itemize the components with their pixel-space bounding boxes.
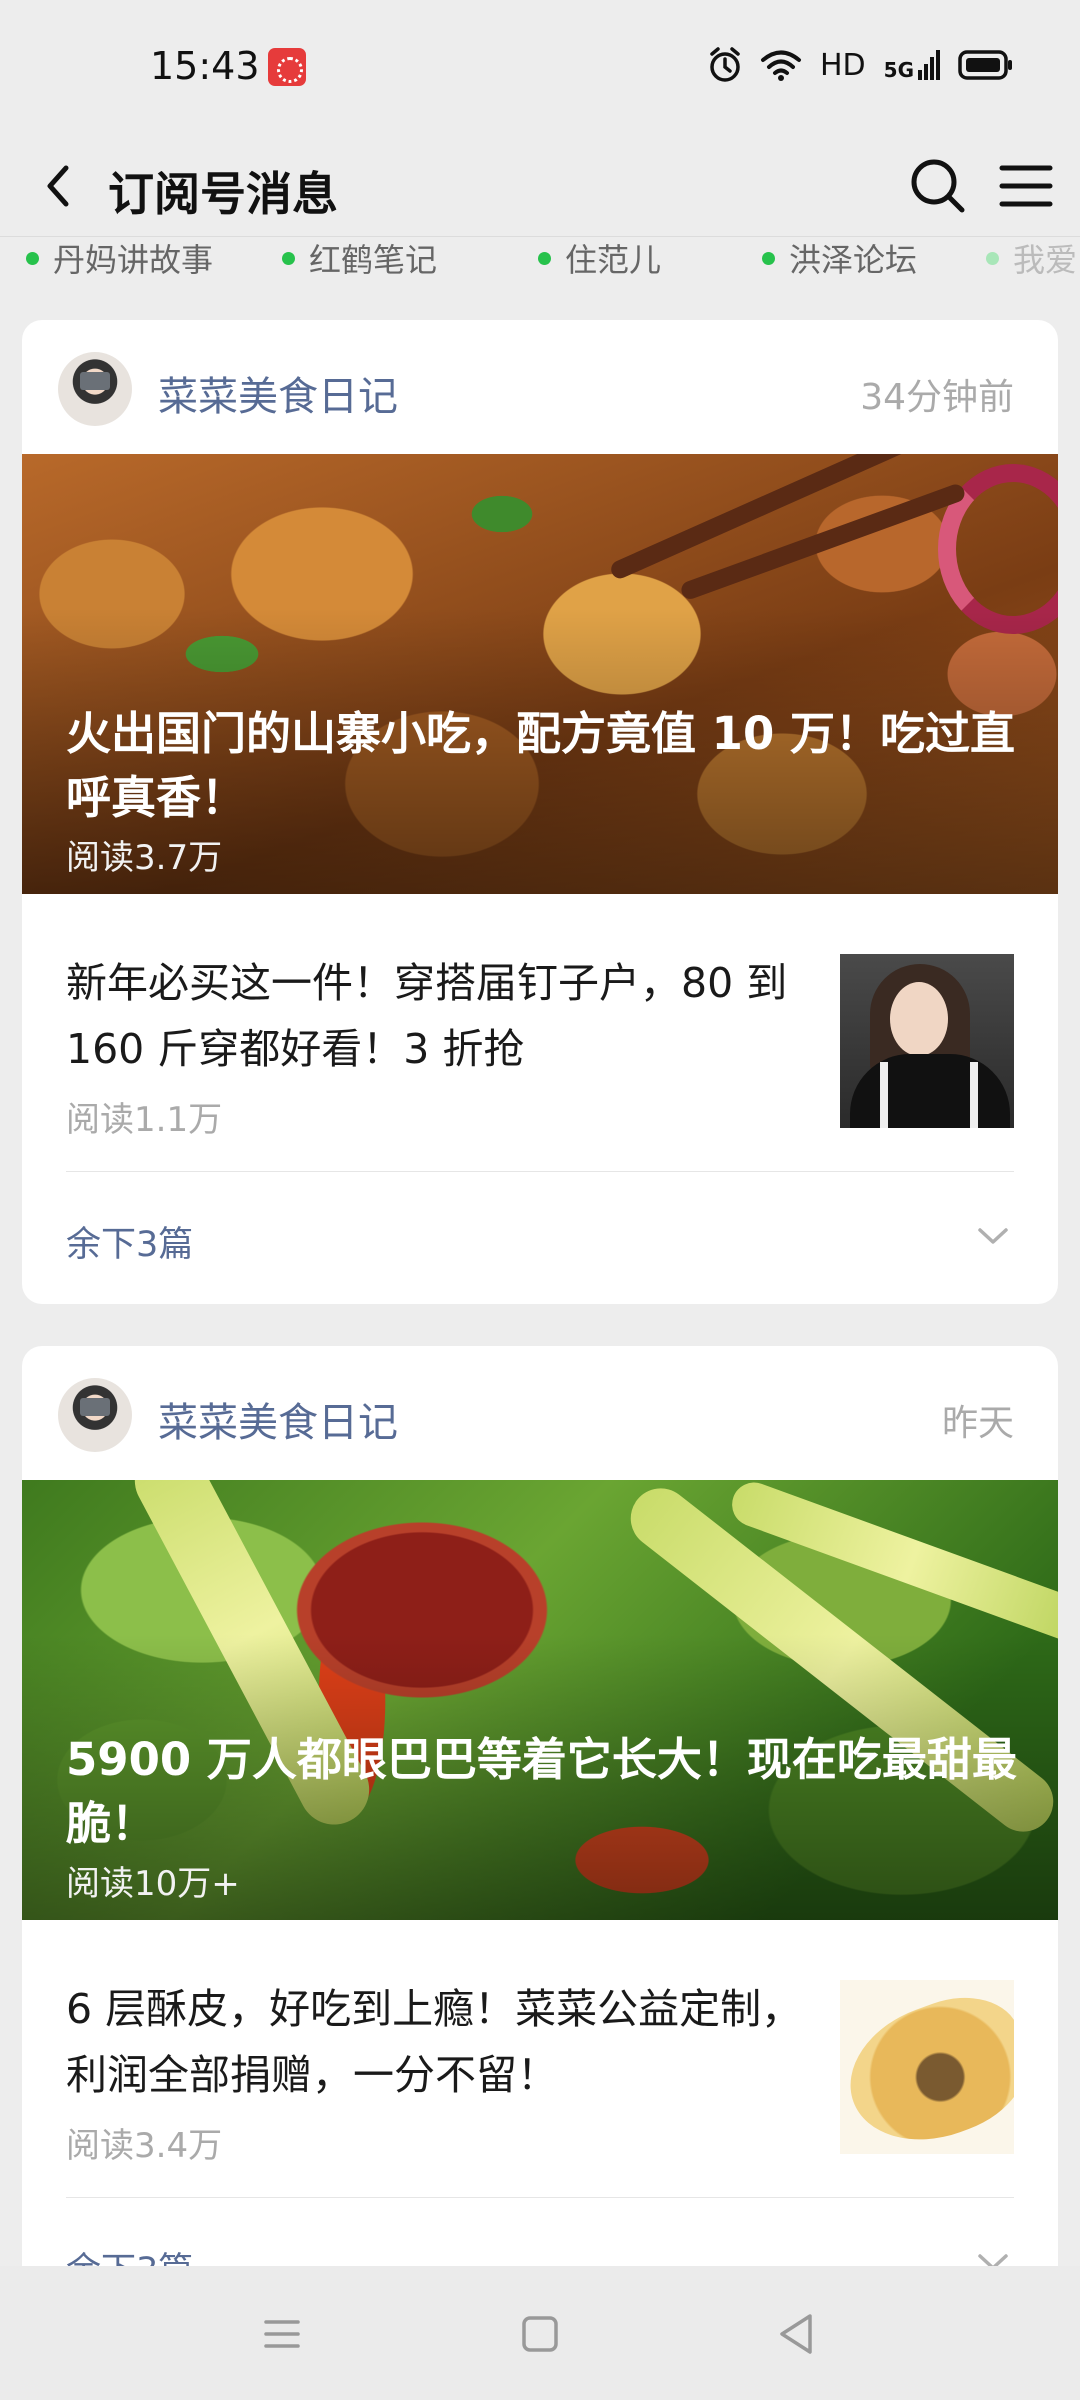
cellular-signal-icon: 5G	[884, 50, 940, 80]
headline-read-count: 阅读3.7万	[66, 838, 223, 878]
subscription-item[interactable]: 洪泽论坛	[762, 237, 917, 278]
home-icon[interactable]	[510, 2304, 570, 2364]
chevron-down-icon	[978, 1228, 1008, 1244]
subscription-item[interactable]: 我爱	[986, 237, 1077, 278]
battery-icon	[958, 50, 1012, 80]
article-item[interactable]: 6 层酥皮，好吃到上瘾！菜菜公益定制，利润全部捐赠，一分不留！ 阅读3.4万	[66, 1920, 1014, 2198]
back-arrow-icon[interactable]	[30, 156, 90, 216]
subscription-item[interactable]: 丹妈讲故事	[26, 237, 213, 278]
top-nav-bar: 订阅号消息	[0, 136, 1080, 236]
account-name[interactable]: 菜菜美食日记	[158, 1390, 398, 1448]
network-type-label: 5G	[883, 58, 914, 82]
subscription-item[interactable]: 红鹤笔记	[282, 237, 437, 278]
article-title: 6 层酥皮，好吃到上瘾！菜菜公益定制，利润全部捐赠，一分不留！	[66, 1985, 803, 2099]
signal-bars-icon	[918, 50, 940, 80]
article-title: 新年必买这一件！穿搭届钉子户，80 到 160 斤穿都好看！3 折抢	[66, 959, 788, 1073]
back-nav-icon[interactable]	[766, 2304, 826, 2364]
unread-dot	[282, 251, 295, 265]
subscription-label: 红鹤笔记	[309, 241, 438, 278]
status-time: 15:43	[150, 44, 260, 88]
message-card: 菜菜美食日记 昨天 5900 万人都眼巴巴等着它长大！现在吃最甜最脆！ 阅读10…	[22, 1346, 1058, 2330]
subscription-label: 我爱	[1013, 241, 1078, 278]
avatar[interactable]	[58, 352, 132, 426]
unread-dot	[986, 251, 999, 265]
card-header[interactable]: 菜菜美食日记 昨天	[22, 1346, 1058, 1480]
unread-dot	[26, 251, 39, 265]
card-header[interactable]: 菜菜美食日记 34分钟前	[22, 320, 1058, 454]
subscription-item[interactable]: 住范儿	[538, 237, 661, 278]
post-time: 昨天	[941, 1403, 1014, 1444]
more-articles-row[interactable]: 余下3篇	[66, 1172, 1014, 1304]
headline-title: 火出国门的山寨小吃，配方竟值 10 万！吃过直呼真香！	[66, 707, 1015, 824]
menu-icon[interactable]	[992, 152, 1060, 220]
headline-article[interactable]: 5900 万人都眼巴巴等着它长大！现在吃最甜最脆！ 阅读10万+	[22, 1480, 1058, 1920]
unread-dot	[538, 251, 551, 265]
subscription-label: 住范儿	[565, 241, 662, 278]
article-read-count: 阅读3.4万	[66, 2126, 223, 2166]
article-item[interactable]: 新年必买这一件！穿搭届钉子户，80 到 160 斤穿都好看！3 折抢 阅读1.1…	[66, 894, 1014, 1172]
unread-dot	[762, 251, 775, 265]
headline-article[interactable]: 火出国门的山寨小吃，配方竟值 10 万！吃过直呼真香！ 阅读3.7万	[22, 454, 1058, 894]
headline-read-count: 阅读10万+	[66, 1864, 240, 1904]
network-hd-label: HD	[819, 47, 866, 83]
more-articles-label: 余下3篇	[66, 1225, 194, 1265]
system-nav-bar	[0, 2266, 1080, 2400]
status-bar: 15:43 HD 5G	[0, 0, 1080, 136]
headline-title: 5900 万人都眼巴巴等着它长大！现在吃最甜最脆！	[66, 1733, 1017, 1850]
subscription-strip[interactable]: 丹妈讲故事 红鹤笔记 住范儿 洪泽论坛 我爱	[0, 236, 1080, 278]
message-card: 菜菜美食日记 34分钟前 火出国门的山寨小吃，配方竟值 10 万！吃过直呼真香！…	[22, 320, 1058, 1304]
avatar[interactable]	[58, 1378, 132, 1452]
article-thumbnail	[840, 1980, 1014, 2154]
account-name[interactable]: 菜菜美食日记	[158, 364, 398, 422]
alarm-icon	[710, 47, 740, 82]
wifi-icon	[760, 50, 801, 81]
subscription-label: 丹妈讲故事	[53, 241, 214, 278]
page-title: 订阅号消息	[108, 167, 338, 221]
status-indicators: HD 5G	[708, 44, 1014, 86]
subscription-label: 洪泽论坛	[789, 241, 918, 278]
post-time: 34分钟前	[860, 377, 1014, 418]
recent-apps-icon[interactable]	[252, 2304, 312, 2364]
search-icon[interactable]	[904, 152, 972, 220]
article-read-count: 阅读1.1万	[66, 1100, 223, 1140]
notification-app-icon	[268, 48, 306, 86]
article-thumbnail	[840, 954, 1014, 1128]
